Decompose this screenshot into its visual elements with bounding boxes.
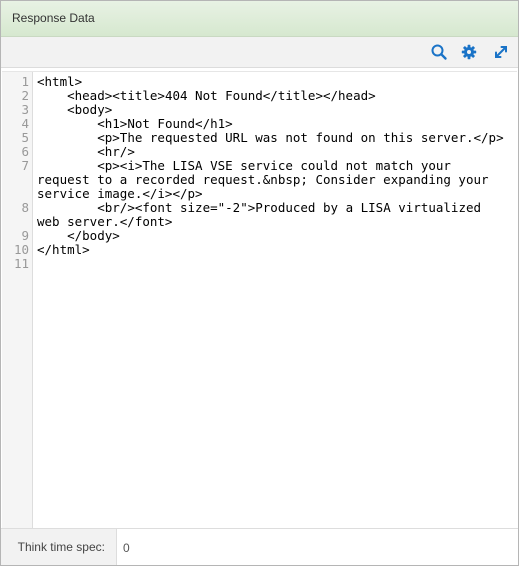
code-line: 4 <h1>Not Found</h1> <box>2 117 517 131</box>
line-text: <body> <box>37 102 113 117</box>
line-number: 8 <box>21 200 29 215</box>
panel-title: Response Data <box>12 11 95 25</box>
code-line: 5 <p>The requested URL was not found on … <box>2 131 517 145</box>
code-line: 9 </body> <box>2 229 517 243</box>
line-text: <html> <box>37 74 83 89</box>
line-text: <hr/> <box>37 144 135 159</box>
code-editor[interactable]: 1 <html> 2 <head><title>404 Not Found</tit… <box>2 71 517 528</box>
line-number: 11 <box>13 256 29 271</box>
code-line: 11 ​ <box>2 257 517 271</box>
line-number: 4 <box>21 116 29 131</box>
line-number: 2 <box>21 88 29 103</box>
code-line: 2 <head><title>404 Not Found</title></he… <box>2 89 517 103</box>
line-number: 10 <box>13 242 29 257</box>
line-text: ​ <box>37 257 509 271</box>
think-time-row: Think time spec: <box>1 528 518 565</box>
gear-icon[interactable] <box>460 43 478 61</box>
line-text: <h1>Not Found</h1> <box>37 116 233 131</box>
code-line: 3 <body> <box>2 103 517 117</box>
line-text: </body> <box>37 228 120 243</box>
code-line: 7 <p><i>The LISA VSE service could not m… <box>2 159 517 201</box>
code-line: 1 <html> <box>2 75 517 89</box>
code-line: 6 <hr/> <box>2 145 517 159</box>
think-time-label: Think time spec: <box>1 529 117 565</box>
line-text: <br/><font size="-2">Produced by a LISA … <box>37 200 489 229</box>
line-number: 1 <box>21 74 29 89</box>
line-text: <p><i>The LISA VSE service could not mat… <box>37 158 497 201</box>
line-number: 6 <box>21 144 29 159</box>
response-data-panel: Response Data 1 <html> 2 <head><title>40… <box>0 0 519 566</box>
code-content[interactable]: 1 <html> 2 <head><title>404 Not Found</tit… <box>2 75 517 271</box>
line-number: 7 <box>21 158 29 173</box>
line-text: </html> <box>37 242 90 257</box>
line-text: <head><title>404 Not Found</title></head… <box>37 88 376 103</box>
line-text: <p>The requested URL was not found on th… <box>37 130 504 145</box>
code-line: 10 </html> <box>2 243 517 257</box>
code-line: 8 <br/><font size="-2">Produced by a LIS… <box>2 201 517 229</box>
expand-icon[interactable] <box>492 43 510 61</box>
editor-toolbar <box>1 37 518 68</box>
panel-header: Response Data <box>1 1 518 37</box>
think-time-input[interactable] <box>118 529 516 565</box>
search-icon[interactable] <box>430 43 448 61</box>
line-number: 5 <box>21 130 29 145</box>
line-number: 3 <box>21 102 29 117</box>
line-number: 9 <box>21 228 29 243</box>
